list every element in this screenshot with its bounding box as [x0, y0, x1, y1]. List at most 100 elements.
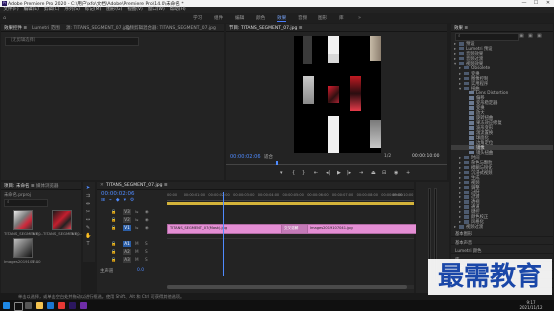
add-marker-icon[interactable]: ▾	[280, 170, 283, 176]
tab-audio-clip-mixer[interactable]: 音频剪辑混合器: TITANS_SEGMENT_07.jpg	[125, 25, 216, 31]
file-explorer-icon[interactable]	[36, 302, 43, 309]
solo-icon[interactable]: S	[145, 249, 148, 254]
master-volume-value[interactable]: 0.0	[137, 268, 144, 273]
razor-tool-icon[interactable]: ✂	[85, 209, 91, 215]
panel-tab-item[interactable]: 基本图形	[451, 231, 553, 237]
timeline-scrollbar[interactable]	[167, 285, 414, 289]
lock-icon[interactable]: 🔓	[111, 241, 116, 247]
chrome-icon[interactable]	[58, 302, 65, 309]
track-area[interactable]: TITANS_SEGMENT_07(Mask).jpg 交叉溶解 Images201…	[167, 192, 418, 276]
lock-icon[interactable]: 🔓	[111, 209, 116, 215]
track-target-toggle[interactable]: V1	[123, 225, 131, 231]
extract-icon[interactable]: ⊟	[382, 170, 386, 176]
search-icon[interactable]	[14, 302, 23, 311]
ripple-edit-tool-icon[interactable]: ⇹	[85, 201, 91, 207]
tab-sequence[interactable]: TITANS_SEGMENT_07.jpg ≡	[106, 183, 168, 188]
minimize-button[interactable]: —	[518, 0, 530, 7]
effects-search-input[interactable]: ⌕	[455, 33, 519, 41]
fit-dropdown[interactable]: 适合	[264, 154, 273, 160]
timeline-ruler[interactable]: 00:00 00:00:01:00 00:00:02:00 00:00:03:00 00…	[167, 191, 414, 201]
yuv-effects-icon[interactable]: ▣	[537, 33, 542, 39]
sync-lock-icon[interactable]: ⇋	[135, 225, 139, 230]
workspace-audio[interactable]: 音频	[298, 15, 307, 21]
effects-tree-item[interactable]: ▸ 视频过渡	[451, 224, 553, 230]
workspace-overflow-icon[interactable]: »	[358, 15, 361, 21]
premiere-taskbar-icon[interactable]	[69, 302, 76, 309]
lock-icon[interactable]: 🔓	[111, 249, 116, 255]
scrollbar-thumb[interactable]	[167, 285, 407, 289]
mark-out-icon[interactable]: }	[302, 170, 305, 176]
track-target-toggle[interactable]: A3	[123, 257, 131, 263]
go-to-in-icon[interactable]: ⇤	[314, 170, 318, 176]
clock-date[interactable]: 2021/11/12	[515, 305, 547, 310]
task-view-icon[interactable]	[25, 302, 32, 309]
program-timecode[interactable]: 00:00:02:06	[230, 154, 261, 160]
32bit-effects-icon[interactable]: ▣	[528, 33, 533, 39]
tab-lumetri-scopes[interactable]: Lumetri 范围	[32, 25, 60, 31]
work-area-bar[interactable]	[167, 202, 414, 205]
program-video-frame[interactable]	[294, 36, 381, 153]
solo-icon[interactable]: S	[145, 241, 148, 246]
workspace-assembly[interactable]: 组件	[214, 15, 223, 21]
video-clip[interactable]: TITANS_SEGMENT_07(Mask).jpg	[167, 224, 285, 234]
program-scrubber[interactable]	[226, 161, 447, 165]
mute-icon[interactable]: M	[135, 249, 139, 254]
track-select-tool-icon[interactable]: ⇉	[85, 193, 91, 199]
workspace-color[interactable]: 颜色	[256, 15, 265, 21]
lock-icon[interactable]: 🔓	[111, 225, 116, 231]
video-clip[interactable]: Images2019107041.jpg	[307, 224, 418, 234]
accelerated-effects-icon[interactable]: ▣	[519, 33, 524, 39]
track-target-toggle[interactable]: A2	[123, 249, 131, 255]
pen-tool-icon[interactable]: ✎	[85, 225, 91, 231]
eye-icon[interactable]: ◉	[145, 217, 149, 222]
track-target-toggle[interactable]: V2	[123, 217, 131, 223]
clip-select-field[interactable]: （无剪辑选择）	[5, 37, 139, 46]
track-target-toggle[interactable]: V3	[123, 209, 131, 215]
app-taskbar-icon[interactable]	[80, 302, 87, 309]
panel-tab-item[interactable]: Lumetri 颜色	[451, 248, 553, 254]
workspace-learn[interactable]: 学习	[193, 15, 202, 21]
eye-icon[interactable]: ◉	[145, 209, 149, 214]
project-item-thumbnail[interactable]	[13, 238, 33, 258]
tab-program[interactable]: 节目: TITANS_SEGMENT_07.jpg ≡	[229, 25, 303, 31]
eye-icon[interactable]: ◉	[145, 225, 149, 230]
mute-icon[interactable]: M	[135, 241, 139, 246]
timeline-tool-icons[interactable]: ⊞⌁◆▾⚙	[101, 198, 138, 203]
project-search-input[interactable]: ⌕	[4, 199, 48, 207]
go-to-out-icon[interactable]: ⇥	[359, 170, 363, 176]
solo-icon[interactable]: S	[145, 257, 148, 262]
workspace-editing[interactable]: 编辑	[235, 15, 244, 21]
close-button[interactable]: ✕	[542, 0, 554, 7]
slip-tool-icon[interactable]: ↔	[85, 217, 91, 223]
export-frame-icon[interactable]: ◉	[394, 170, 398, 176]
timeline-timecode[interactable]: 00:00:02:06	[101, 191, 135, 197]
project-item-thumbnail[interactable]	[52, 210, 72, 230]
resolution-dropdown[interactable]: 1/2	[384, 154, 391, 159]
lock-icon[interactable]: 🔓	[111, 217, 116, 223]
start-icon[interactable]	[3, 302, 10, 309]
tab-effect-controls[interactable]: 效果控件 ≡	[4, 25, 27, 31]
track-target-toggle[interactable]: A1	[123, 241, 131, 247]
edge-icon[interactable]	[47, 302, 54, 309]
tab-source[interactable]: 源: TITANS_SEGMENT_07.jpg	[66, 25, 130, 31]
mute-icon[interactable]: M	[135, 257, 139, 262]
button-editor-icon[interactable]: +	[406, 170, 410, 176]
step-back-icon[interactable]: ◂|	[326, 170, 330, 176]
workspace-graphics[interactable]: 图形	[318, 15, 327, 21]
step-forward-icon[interactable]: |▸	[347, 170, 351, 176]
hand-tool-icon[interactable]: ✋	[85, 233, 91, 239]
tab-project[interactable]: 项目: 未命名 ≡	[4, 183, 35, 189]
tab-effects[interactable]: 效果 ≡	[454, 25, 468, 31]
play-icon[interactable]: ▶	[337, 170, 341, 176]
sync-lock-icon[interactable]: ⇋	[135, 209, 139, 214]
workspace-libraries[interactable]: 库	[339, 15, 344, 21]
mark-in-icon[interactable]: {	[292, 170, 295, 176]
maximize-button[interactable]: ☐	[530, 0, 542, 7]
project-item-thumbnail[interactable]	[13, 210, 33, 230]
sync-lock-icon[interactable]: ⇋	[135, 217, 139, 222]
home-icon[interactable]: ⌂	[3, 15, 6, 21]
tab-media-browser[interactable]: 媒体浏览器	[36, 183, 59, 189]
timeline-playhead[interactable]	[222, 192, 224, 276]
type-tool-icon[interactable]: T	[85, 241, 91, 247]
selection-tool-icon[interactable]: ➤	[85, 185, 91, 191]
